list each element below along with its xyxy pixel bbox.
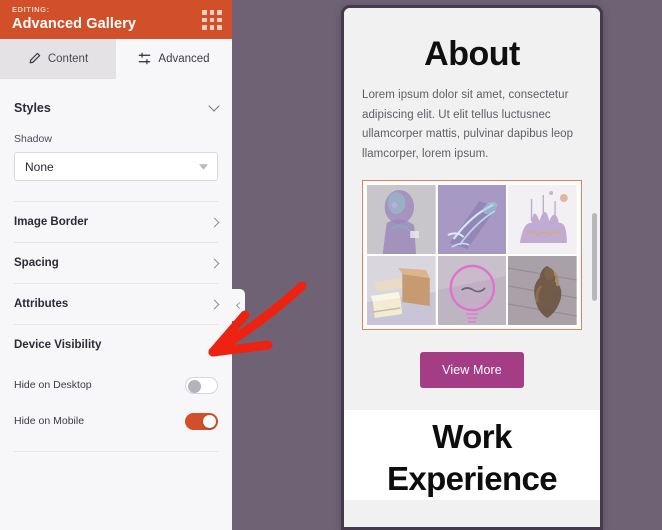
chevron-right-icon[interactable] xyxy=(209,217,220,227)
shadow-select[interactable]: None xyxy=(14,152,218,181)
editor-settings-panel: EDITING: Advanced Gallery Content Advanc… xyxy=(0,0,232,530)
gallery-grid xyxy=(367,185,577,325)
tab-bar: Content Advanced xyxy=(0,39,232,79)
tab-advanced[interactable]: Advanced xyxy=(116,39,232,79)
toggle-row-hide-on-mobile: Hide on Mobile xyxy=(14,405,218,437)
device-preview-frame: About Lorem ipsum dolor sit amet, consec… xyxy=(341,5,603,530)
panel-header: EDITING: Advanced Gallery xyxy=(0,0,232,39)
hide-on-desktop-toggle[interactable] xyxy=(185,376,218,394)
hide-on-mobile-label: Hide on Mobile xyxy=(14,415,85,427)
grid-dots-icon[interactable] xyxy=(202,10,222,30)
chevron-left-icon xyxy=(235,301,244,309)
sliders-icon xyxy=(139,52,151,65)
tab-advanced-label: Advanced xyxy=(158,52,210,65)
pencil-icon xyxy=(29,52,41,64)
caret-down-icon xyxy=(199,163,208,170)
chevron-down-icon[interactable] xyxy=(208,100,220,112)
editing-title: Advanced Gallery xyxy=(12,16,137,32)
gallery-image-hand-sketch[interactable] xyxy=(437,185,507,254)
view-more-wrap: View More xyxy=(362,352,582,388)
section-divider xyxy=(14,451,218,452)
device-visibility-header: Device Visibility xyxy=(14,324,218,365)
tab-content-label: Content xyxy=(47,52,89,65)
shadow-label: Shadow xyxy=(14,133,52,145)
view-more-button[interactable]: View More xyxy=(420,352,524,388)
gallery-image-bronze-figure[interactable] xyxy=(508,256,577,325)
panel-collapse-handle[interactable] xyxy=(232,289,245,321)
work-section: Work Experience xyxy=(344,410,600,500)
gallery-block-selected[interactable] xyxy=(362,180,582,330)
styles-section-header[interactable]: Styles xyxy=(14,79,220,133)
gallery-image-paper-stack[interactable] xyxy=(367,256,436,325)
shadow-field-group: Shadow None xyxy=(14,133,218,201)
accordion-row-spacing[interactable]: Spacing xyxy=(14,242,220,283)
accordion-label: Attributes xyxy=(14,298,69,310)
about-paragraph: Lorem ipsum dolor sit amet, consectetur … xyxy=(362,89,574,160)
styles-section-title: Styles xyxy=(14,101,51,115)
accordion-row-image-border[interactable]: Image Border xyxy=(14,201,220,242)
tab-content[interactable]: Content xyxy=(0,39,116,79)
chevron-right-icon[interactable] xyxy=(209,258,220,268)
about-heading: About xyxy=(424,35,520,73)
accordion-label: Spacing xyxy=(14,257,59,269)
device-visibility-title: Device Visibility xyxy=(14,339,102,351)
toggle-knob xyxy=(203,414,216,428)
preview-content: About Lorem ipsum dolor sit amet, consec… xyxy=(344,8,600,527)
gallery-image-sculpture-bust[interactable] xyxy=(367,185,436,254)
toggle-row-hide-on-desktop: Hide on Desktop xyxy=(14,369,218,401)
work-heading: Work Experience xyxy=(386,418,558,497)
gallery-image-coral-abstract[interactable] xyxy=(508,185,577,254)
hide-on-mobile-toggle[interactable] xyxy=(185,412,218,430)
toggle-knob xyxy=(188,379,201,393)
chevron-right-icon[interactable] xyxy=(209,299,220,309)
editing-label: EDITING: xyxy=(12,5,50,14)
gallery-image-neon-circle[interactable] xyxy=(437,256,507,325)
preview-scrollbar[interactable] xyxy=(592,213,597,301)
shadow-selected-value: None xyxy=(25,159,54,174)
panel-settings-body: Styles Shadow None Image Border Spacing … xyxy=(0,79,232,530)
hide-on-desktop-label: Hide on Desktop xyxy=(14,379,92,391)
accordion-label: Image Border xyxy=(14,216,89,228)
accordion-row-attributes[interactable]: Attributes xyxy=(14,283,220,324)
